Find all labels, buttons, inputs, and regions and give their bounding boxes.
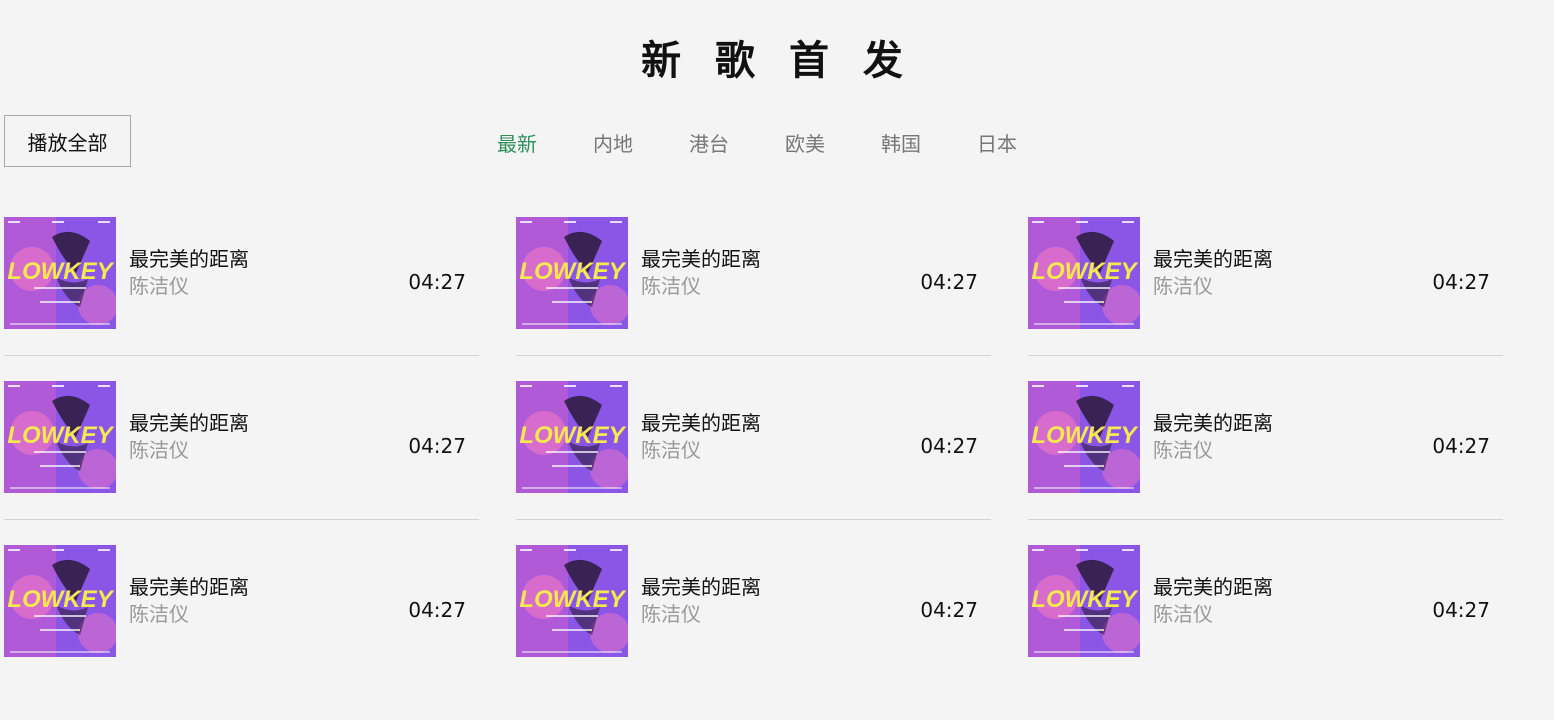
song-artist[interactable]: 陈洁仪 bbox=[1153, 434, 1213, 463]
song-title[interactable]: 最完美的距离 bbox=[129, 571, 249, 600]
cover-wordmark: LOWKEY bbox=[7, 258, 114, 285]
row-divider bbox=[4, 355, 479, 356]
page-title: 新 歌 首 发 bbox=[641, 38, 913, 84]
song-artist[interactable]: 陈洁仪 bbox=[129, 598, 189, 627]
song-item[interactable]: LOWKEY 最完美的距离 陈洁仪 04:27 bbox=[516, 217, 991, 381]
song-duration: 04:27 bbox=[920, 270, 978, 294]
tab-mainland[interactable]: 内地 bbox=[593, 128, 633, 157]
cover-wordmark: LOWKEY bbox=[519, 258, 626, 285]
song-duration: 04:27 bbox=[1432, 598, 1490, 622]
album-cover[interactable]: LOWKEY bbox=[1028, 381, 1140, 493]
song-item[interactable]: LOWKEY 最完美的距离 陈洁仪 04:27 bbox=[4, 217, 479, 381]
album-cover[interactable]: LOWKEY bbox=[4, 545, 116, 657]
song-duration: 04:27 bbox=[1432, 270, 1490, 294]
new-songs-page: 新 歌 首 发 播放全部 最新 内地 港台 欧美 韩国 日本 LOWKEY 最完… bbox=[0, 0, 1554, 720]
song-artist[interactable]: 陈洁仪 bbox=[641, 434, 701, 463]
song-title[interactable]: 最完美的距离 bbox=[129, 407, 249, 436]
song-title[interactable]: 最完美的距离 bbox=[641, 571, 761, 600]
song-artist[interactable]: 陈洁仪 bbox=[641, 598, 701, 627]
row-divider bbox=[516, 519, 991, 520]
song-artist[interactable]: 陈洁仪 bbox=[641, 270, 701, 299]
cover-wordmark: LOWKEY bbox=[1031, 586, 1138, 613]
tab-western[interactable]: 欧美 bbox=[785, 128, 825, 157]
row-divider bbox=[1028, 519, 1503, 520]
song-artist[interactable]: 陈洁仪 bbox=[1153, 270, 1213, 299]
album-cover[interactable]: LOWKEY bbox=[516, 217, 628, 329]
song-item[interactable]: LOWKEY 最完美的距离 陈洁仪 04:27 bbox=[1028, 381, 1503, 545]
song-item[interactable]: LOWKEY 最完美的距离 陈洁仪 04:27 bbox=[4, 545, 479, 709]
cover-wordmark: LOWKEY bbox=[519, 586, 626, 613]
song-duration: 04:27 bbox=[408, 270, 466, 294]
song-artist[interactable]: 陈洁仪 bbox=[129, 270, 189, 299]
song-duration: 04:27 bbox=[920, 598, 978, 622]
tab-japan[interactable]: 日本 bbox=[977, 128, 1017, 157]
cover-wordmark: LOWKEY bbox=[1031, 258, 1138, 285]
song-title[interactable]: 最完美的距离 bbox=[1153, 407, 1273, 436]
song-item[interactable]: LOWKEY 最完美的距离 陈洁仪 04:27 bbox=[4, 381, 479, 545]
song-duration: 04:27 bbox=[1432, 434, 1490, 458]
song-item[interactable]: LOWKEY 最完美的距离 陈洁仪 04:27 bbox=[516, 545, 991, 709]
cover-wordmark: LOWKEY bbox=[7, 422, 114, 449]
cover-wordmark: LOWKEY bbox=[7, 586, 114, 613]
song-duration: 04:27 bbox=[408, 434, 466, 458]
tab-latest[interactable]: 最新 bbox=[497, 128, 537, 157]
song-title[interactable]: 最完美的距离 bbox=[1153, 571, 1273, 600]
tab-hk-tw[interactable]: 港台 bbox=[689, 128, 729, 157]
song-duration: 04:27 bbox=[920, 434, 978, 458]
song-grid: LOWKEY 最完美的距离 陈洁仪 04:27 LOWKEY 最完美的距离 陈洁… bbox=[4, 217, 1503, 709]
tab-korea[interactable]: 韩国 bbox=[881, 128, 921, 157]
album-cover[interactable]: LOWKEY bbox=[1028, 545, 1140, 657]
song-artist[interactable]: 陈洁仪 bbox=[1153, 598, 1213, 627]
song-item[interactable]: LOWKEY 最完美的距离 陈洁仪 04:27 bbox=[516, 381, 991, 545]
album-cover[interactable]: LOWKEY bbox=[516, 381, 628, 493]
play-all-button[interactable]: 播放全部 bbox=[4, 115, 131, 167]
song-item[interactable]: LOWKEY 最完美的距离 陈洁仪 04:27 bbox=[1028, 217, 1503, 381]
album-cover[interactable]: LOWKEY bbox=[4, 381, 116, 493]
song-artist[interactable]: 陈洁仪 bbox=[129, 434, 189, 463]
cover-wordmark: LOWKEY bbox=[1031, 422, 1138, 449]
album-cover[interactable]: LOWKEY bbox=[1028, 217, 1140, 329]
cover-wordmark: LOWKEY bbox=[519, 422, 626, 449]
region-tabs: 最新 内地 港台 欧美 韩国 日本 bbox=[497, 128, 1017, 157]
song-title[interactable]: 最完美的距离 bbox=[1153, 243, 1273, 272]
song-item[interactable]: LOWKEY 最完美的距离 陈洁仪 04:27 bbox=[1028, 545, 1503, 709]
row-divider bbox=[1028, 355, 1503, 356]
album-cover[interactable]: LOWKEY bbox=[4, 217, 116, 329]
song-title[interactable]: 最完美的距离 bbox=[641, 407, 761, 436]
song-title[interactable]: 最完美的距离 bbox=[129, 243, 249, 272]
song-title[interactable]: 最完美的距离 bbox=[641, 243, 761, 272]
row-divider bbox=[516, 355, 991, 356]
song-duration: 04:27 bbox=[408, 598, 466, 622]
album-cover[interactable]: LOWKEY bbox=[516, 545, 628, 657]
row-divider bbox=[4, 519, 479, 520]
